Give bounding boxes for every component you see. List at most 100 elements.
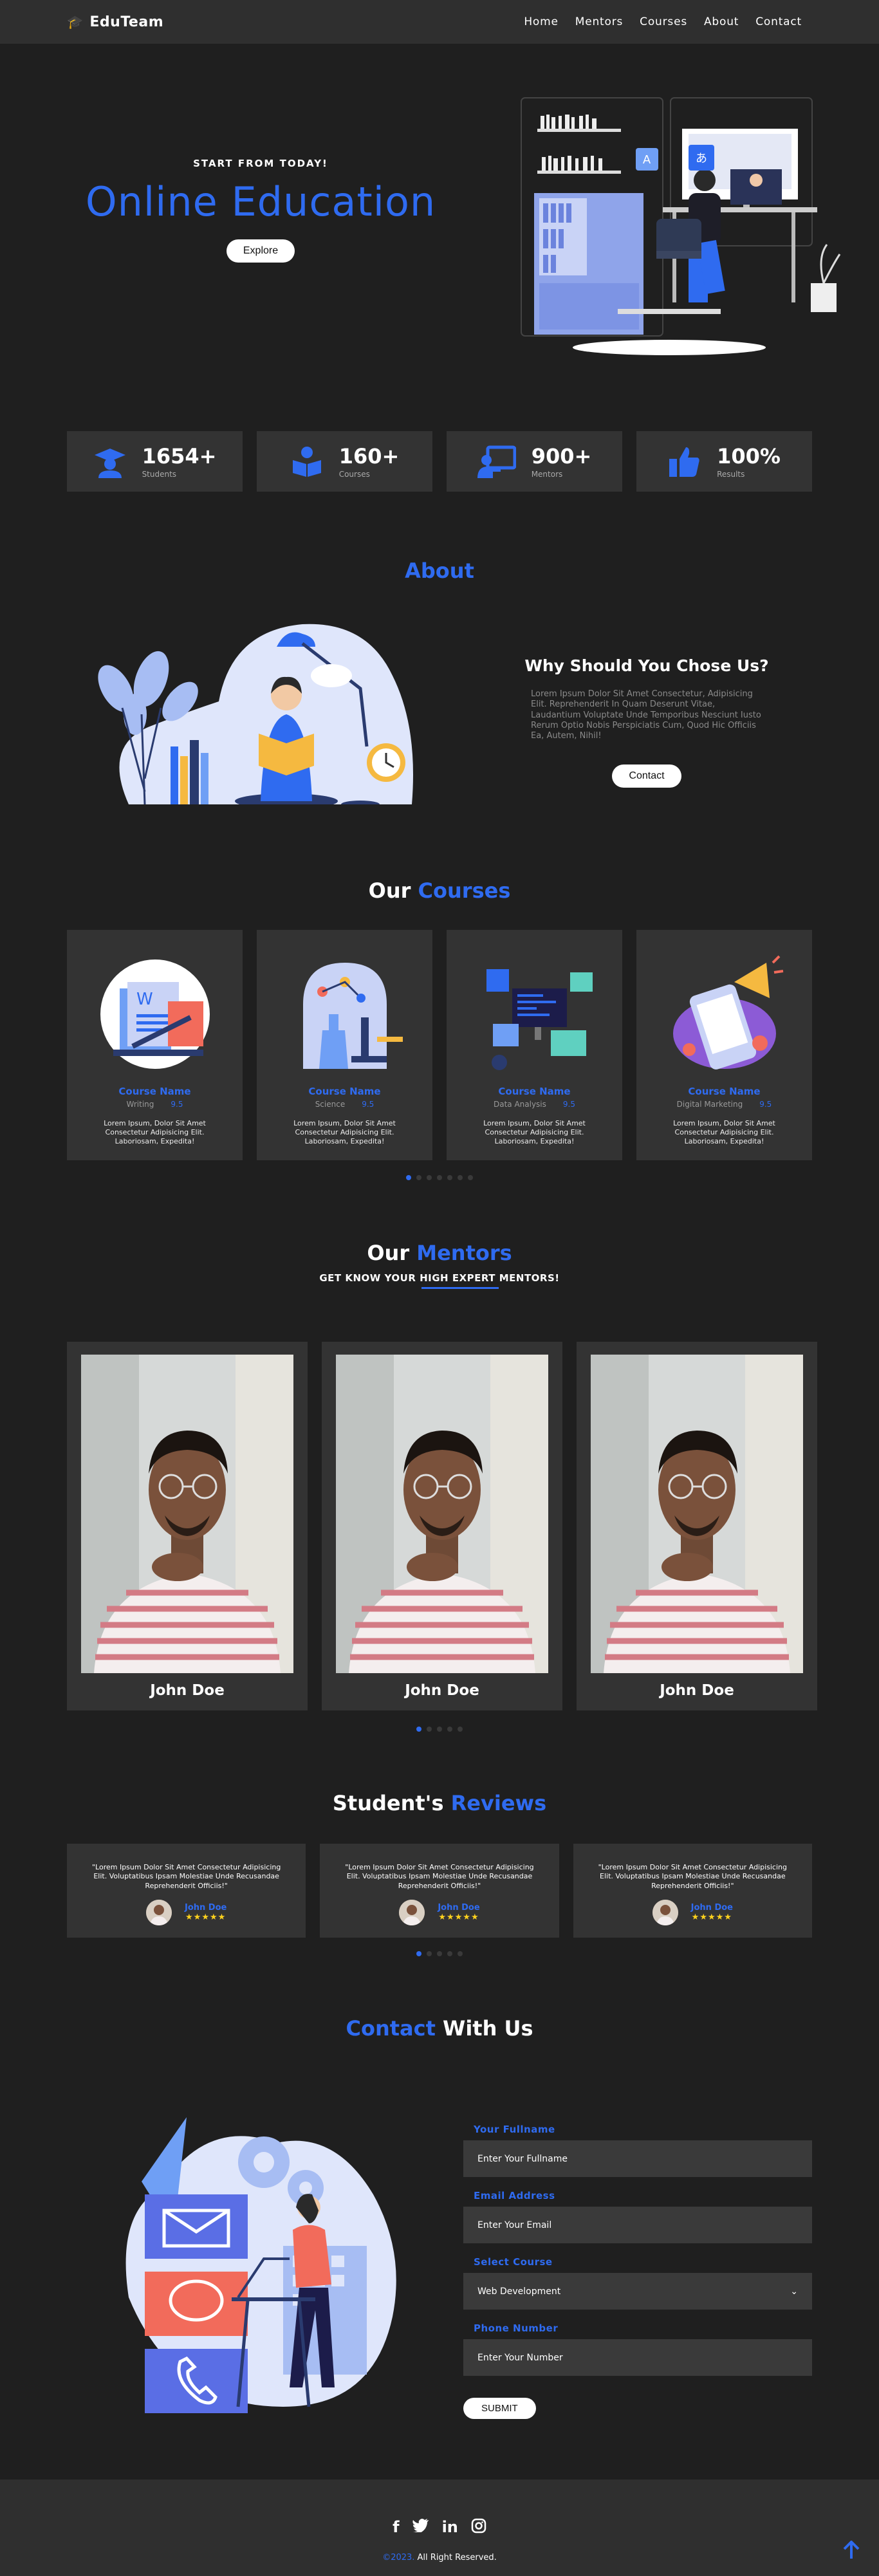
course-category: Science — [315, 1100, 346, 1109]
reviewer-name: John Doe — [690, 1902, 733, 1913]
explore-button[interactable]: Explore — [226, 239, 295, 263]
mentor-card[interactable]: John Doe — [322, 1342, 562, 1710]
review-quote: "Lorem Ipsum Dolor Sit Amet Consectetur … — [345, 1863, 534, 1890]
brand-name: EduTeam — [89, 14, 164, 30]
pagination-dot[interactable] — [447, 1175, 452, 1180]
course-select-label: Select Course — [474, 2256, 553, 2268]
contact-button[interactable]: Contact — [612, 764, 681, 788]
nav-menu: Home Mentors Courses About Contact — [524, 15, 802, 28]
brand-logo[interactable]: 🎓 EduTeam — [67, 14, 163, 30]
contact-illustration — [125, 2117, 396, 2413]
hero-kicker: START FROM TODAY! — [193, 158, 328, 169]
nav-link-courses[interactable]: Courses — [640, 15, 687, 28]
review-quote: "Lorem Ipsum Dolor Sit Amet Consectetur … — [598, 1863, 787, 1890]
course-rating: 9.5 — [362, 1100, 375, 1109]
chevron-down-icon: ⌄ — [790, 2286, 798, 2297]
stat-value: 160+ — [338, 444, 400, 468]
footer: f in ©2023. All Right Reserved. — [0, 2479, 879, 2576]
facebook-icon[interactable]: f — [393, 2518, 399, 2537]
nav-link-about[interactable]: About — [704, 15, 739, 28]
course-category: Digital Marketing — [676, 1100, 743, 1109]
about-description: Lorem Ipsum Dolor Sit Amet Consectetur, … — [531, 689, 761, 741]
review-card: "Lorem Ipsum Dolor Sit Amet Consectetur … — [573, 1844, 812, 1938]
thumbs-up-icon — [669, 447, 699, 477]
twitter-icon[interactable] — [412, 2518, 429, 2537]
pagination-dot[interactable] — [468, 1175, 473, 1180]
fullname-placeholder: Enter Your Fullname — [477, 2153, 568, 2164]
phone-placeholder: Enter Your Number — [477, 2352, 563, 2363]
course-description: Lorem Ipsum, Dolor Sit Amet Consectetur … — [104, 1119, 206, 1145]
course-card-digital-marketing[interactable]: Course Name Digital Marketing 9.5 Lorem I… — [636, 930, 812, 1160]
stat-card-students: 1654+ Students — [67, 431, 243, 492]
pagination-dot[interactable] — [437, 1175, 442, 1180]
email-placeholder: Enter Your Email — [477, 2219, 552, 2230]
instagram-icon[interactable] — [471, 2518, 486, 2537]
subheading-part: GET KNOW YOUR — [319, 1272, 420, 1284]
course-card-science[interactable]: Course Name Science 9.5 Lorem Ipsum, Dolo… — [257, 930, 432, 1160]
mentors-title-accent: Mentors — [416, 1241, 512, 1265]
pagination-dot[interactable] — [458, 1951, 463, 1956]
mentor-card[interactable]: John Doe — [577, 1342, 817, 1710]
avatar — [399, 1899, 425, 1925]
scroll-to-top-icon[interactable] — [843, 2540, 860, 2565]
hero-bubble-right: あ — [696, 152, 707, 165]
reviewer-name: John Doe — [438, 1902, 480, 1913]
pagination-dot[interactable] — [437, 1951, 442, 1956]
submit-button[interactable]: SUBMIT — [463, 2398, 536, 2419]
stat-label: Students — [142, 470, 177, 479]
course-card-data-analysis[interactable]: Course Name Data Analysis 9.5 Lorem Ipsum… — [447, 930, 622, 1160]
pagination-dot[interactable] — [406, 1175, 411, 1180]
course-rating: 9.5 — [171, 1100, 183, 1109]
pagination-dot[interactable] — [458, 1175, 463, 1180]
course-card-writing[interactable]: W Course Name Writing 9.5 Lorem Ipsum, Do… — [67, 930, 243, 1160]
stat-value: 900+ — [531, 444, 592, 468]
pagination-dot[interactable] — [427, 1175, 432, 1180]
mentors-title-plain: Our — [367, 1241, 410, 1265]
stats-row: 1654+ Students 160+ Courses 900+ Mentors 10… — [67, 431, 812, 492]
course-description: Lorem Ipsum, Dolor Sit Amet Consectetur … — [293, 1119, 396, 1145]
fullname-input[interactable]: Enter Your Fullname — [463, 2140, 812, 2177]
about-content: Why Should You Chose Us? Lorem Ipsum Dol… — [521, 656, 772, 788]
copyright: ©2023. All Right Reserved. — [0, 2553, 879, 2562]
reviews-title-accent: Reviews — [450, 1791, 547, 1815]
stat-value: 100% — [717, 444, 781, 468]
mentor-photo — [336, 1355, 548, 1673]
hero-title: Online Education — [85, 178, 436, 225]
email-label: Email Address — [474, 2190, 555, 2201]
subheading-highlight: HIGH EXPERT — [420, 1272, 495, 1284]
digital-marketing-illustration — [672, 955, 783, 1070]
pagination-dot[interactable] — [427, 1951, 432, 1956]
phone-input[interactable]: Enter Your Number — [463, 2339, 812, 2376]
linkedin-icon[interactable]: in — [442, 2518, 458, 2537]
pagination-dot[interactable] — [427, 1727, 432, 1732]
pagination-dot[interactable] — [447, 1951, 452, 1956]
contact-title-accent: Contact — [346, 2016, 436, 2041]
phone-label: Phone Number — [474, 2322, 559, 2334]
email-input[interactable]: Enter Your Email — [463, 2207, 812, 2243]
pagination-dot[interactable] — [416, 1175, 421, 1180]
review-quote: "Lorem Ipsum Dolor Sit Amet Consectetur … — [91, 1863, 281, 1890]
course-name: Course Name — [688, 1086, 761, 1097]
hero: START FROM TODAY! Online Education Explo… — [71, 158, 450, 263]
nav-link-mentors[interactable]: Mentors — [575, 15, 623, 28]
mentor-card[interactable]: John Doe — [67, 1342, 308, 1710]
nav-link-home[interactable]: Home — [524, 15, 558, 28]
course-description: Lorem Ipsum, Dolor Sit Amet Consectetur … — [483, 1119, 586, 1145]
pagination-dot[interactable] — [416, 1951, 421, 1956]
chalkboard-teacher-icon — [477, 445, 516, 478]
pagination-dot[interactable] — [437, 1727, 442, 1732]
about-illustration — [98, 624, 414, 804]
copyright-year: ©2023. — [382, 2553, 415, 2562]
star-rating: ★★★★★ — [185, 1912, 227, 1922]
pagination-dot[interactable] — [458, 1727, 463, 1732]
course-select[interactable]: Web Development ⌄ — [463, 2273, 812, 2310]
nav-link-contact[interactable]: Contact — [755, 15, 802, 28]
course-category: Writing — [126, 1100, 154, 1109]
pagination-dot[interactable] — [416, 1727, 421, 1732]
pagination-dot[interactable] — [447, 1727, 452, 1732]
reviews-carousel: "Lorem Ipsum Dolor Sit Amet Consectetur … — [67, 1844, 812, 1938]
hero-bubble-left: A — [643, 153, 651, 167]
book-reader-icon — [292, 447, 321, 477]
courses-title-plain: Our — [368, 878, 411, 903]
reviews-section-title: Student's Reviews — [0, 1791, 879, 1815]
